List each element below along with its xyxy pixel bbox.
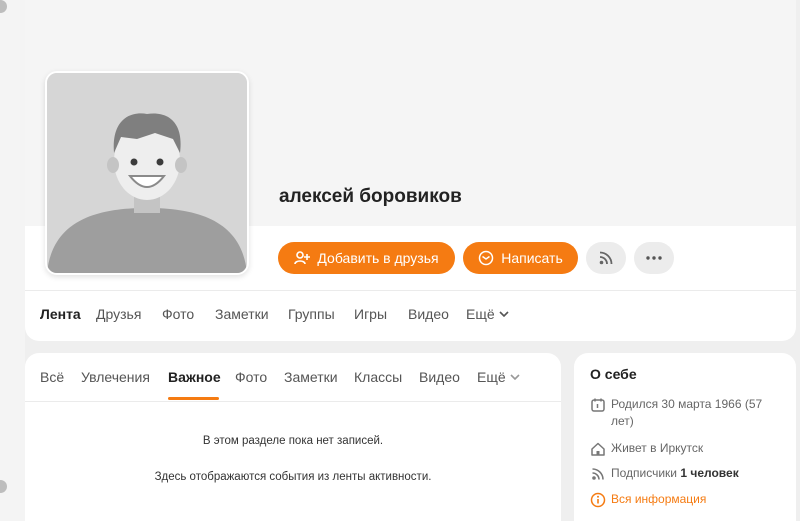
about-birthday-text: Родился 30 марта 1966 (57 [611,397,763,411]
more-icon [646,256,662,260]
nav-feed[interactable]: Лента [40,306,81,322]
left-sidebar-strip [0,0,25,521]
info-icon [590,492,606,508]
empty-feed-title: В этом разделе пока нет записей. [202,435,384,447]
nav-games[interactable]: Игры [354,306,387,322]
add-friend-icon [294,250,311,266]
profile-divider [25,290,796,291]
about-birthday-text-cont: лет) [611,414,634,428]
avatar[interactable] [45,71,249,275]
about-followers[interactable]: Подписчики 1 человек [590,465,739,482]
feed-tab-more-label: Ещё [477,369,506,385]
feed-tab-important[interactable]: Важное [168,369,221,385]
nav-friends[interactable]: Друзья [96,306,141,322]
nav-photos[interactable]: Фото [162,306,194,322]
feed-divider [25,401,561,402]
add-friend-button[interactable]: Добавить в друзья [278,242,455,274]
feed-tab-notes[interactable]: Заметки [284,369,338,385]
subscribe-button[interactable] [586,242,626,274]
feed-tab-video[interactable]: Видео [419,369,460,385]
nav-more[interactable]: Ещё [466,306,509,322]
home-icon [590,441,606,457]
nav-more-label: Ещё [466,306,495,322]
calendar-icon [590,397,606,413]
about-location: Живет в Иркутск [590,440,703,457]
about-location-text: Живет в Иркутск [611,441,704,455]
default-avatar-icon [47,73,247,273]
about-birthday: Родился 30 марта 1966 (57 лет) [590,396,762,430]
nav-video[interactable]: Видео [408,306,449,322]
chevron-down-icon [510,374,520,380]
about-followers-label: Подписчики [611,466,678,480]
empty-feed-text: Здесь отображаются события из ленты акти… [154,471,432,483]
nav-groups[interactable]: Группы [288,306,335,322]
feed-tab-all[interactable]: Всё [40,369,64,385]
chevron-down-icon [499,311,509,317]
rss-icon [590,466,606,482]
profile-name: алексей боровиков [279,186,462,207]
nav-notes[interactable]: Заметки [215,306,269,322]
feed-tab-photos[interactable]: Фото [235,369,267,385]
rss-icon [599,251,613,265]
feed-tab-likes[interactable]: Классы [354,369,402,385]
about-title: О себе [590,366,637,382]
active-tab-indicator [168,397,219,400]
about-followers-count: 1 человек [680,466,739,480]
about-all-info-label: Вся информация [611,492,707,506]
feed-tab-hobbies[interactable]: Увлечения [81,369,150,385]
mail-icon [478,250,494,266]
feed-tab-more[interactable]: Ещё [477,369,520,385]
write-message-button[interactable]: Написать [463,242,578,274]
about-all-info-link[interactable]: Вся информация [590,491,706,508]
write-message-label: Написать [501,250,563,266]
more-actions-button[interactable] [634,242,674,274]
add-friend-label: Добавить в друзья [317,250,439,266]
